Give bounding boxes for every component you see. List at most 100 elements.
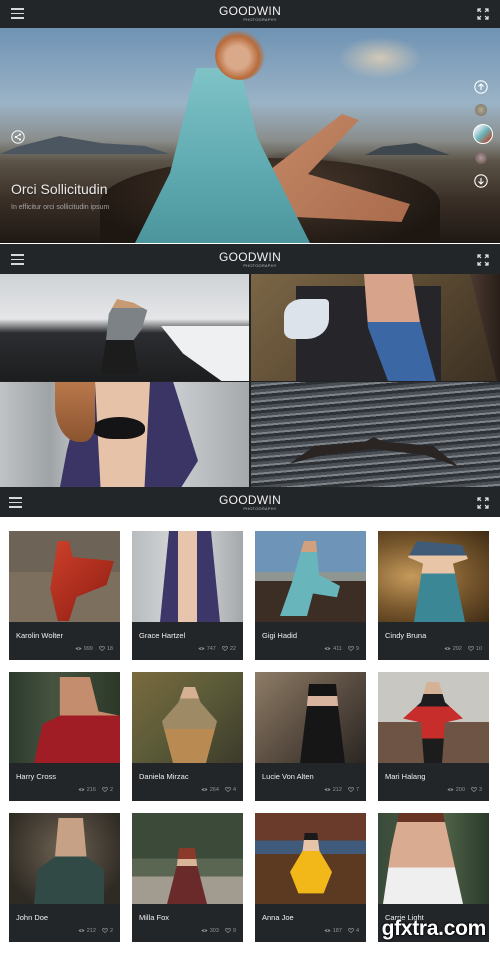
model-card[interactable]: Anna Joe 187 4 bbox=[255, 813, 366, 942]
eye-icon bbox=[75, 647, 82, 650]
brand-name: GOODWIN bbox=[218, 250, 282, 264]
likes-count[interactable]: 2 bbox=[101, 928, 113, 934]
card-name[interactable]: Harry Cross bbox=[16, 772, 56, 781]
card-name[interactable]: Gigi Hadid bbox=[262, 631, 297, 640]
likes-count[interactable]: 10 bbox=[467, 646, 482, 652]
views-value: 999 bbox=[83, 646, 93, 652]
card-photo[interactable] bbox=[255, 813, 366, 904]
likes-count[interactable]: 18 bbox=[98, 646, 113, 652]
hero-subtitle: In efficitur orci sollicitudin ipsum bbox=[11, 204, 110, 211]
views-count: 212 bbox=[324, 787, 342, 793]
card-photo[interactable] bbox=[132, 813, 243, 904]
mosaic-tile-couple[interactable] bbox=[251, 274, 500, 381]
arrow-up-icon[interactable] bbox=[474, 80, 488, 94]
mosaic-tile-woman-coat[interactable] bbox=[0, 382, 249, 487]
card-photo[interactable] bbox=[132, 672, 243, 763]
heart-icon bbox=[467, 646, 474, 652]
card-stats: 212 2 bbox=[78, 928, 113, 934]
slide-thumbnail[interactable] bbox=[475, 152, 487, 164]
eye-icon bbox=[78, 788, 85, 791]
likes-count[interactable]: 9 bbox=[347, 646, 359, 652]
card-name[interactable]: Grace Hartzel bbox=[139, 631, 185, 640]
card-photo[interactable] bbox=[9, 813, 120, 904]
card-photo[interactable] bbox=[132, 531, 243, 622]
card-name[interactable]: John Doe bbox=[16, 913, 48, 922]
card-photo[interactable] bbox=[378, 672, 489, 763]
model-card[interactable]: Lucie Von Alten 212 7 bbox=[255, 672, 366, 801]
views-value: 303 bbox=[209, 928, 219, 934]
card-name[interactable]: Lucie Von Alten bbox=[262, 772, 314, 781]
card-stats: 200 3 bbox=[447, 787, 482, 793]
slider-nav bbox=[473, 80, 493, 188]
brand-logo[interactable]: GOODWIN PHOTOGRAPHY bbox=[0, 494, 500, 511]
card-name[interactable]: Anna Joe bbox=[262, 913, 294, 922]
heart-icon bbox=[98, 646, 105, 652]
views-value: 292 bbox=[452, 646, 462, 652]
likes-count[interactable]: 9 bbox=[224, 928, 236, 934]
model-card[interactable]: John Doe 212 2 bbox=[9, 813, 120, 942]
card-photo[interactable] bbox=[255, 531, 366, 622]
card-photo[interactable] bbox=[255, 672, 366, 763]
slide-thumbnail-active[interactable] bbox=[473, 124, 493, 144]
card-photo[interactable] bbox=[9, 531, 120, 622]
fullscreen-icon[interactable] bbox=[477, 497, 489, 509]
model-card[interactable]: Gigi Hadid 411 9 bbox=[255, 531, 366, 660]
arrow-down-icon[interactable] bbox=[474, 174, 488, 188]
brand-logo[interactable]: GOODWIN PHOTOGRAPHY bbox=[0, 251, 500, 268]
likes-count[interactable]: 22 bbox=[221, 646, 236, 652]
likes-count[interactable]: 2 bbox=[101, 787, 113, 793]
likes-count[interactable]: 7 bbox=[347, 787, 359, 793]
card-name[interactable]: Mari Halang bbox=[385, 772, 425, 781]
card-stats: 303 9 bbox=[201, 928, 236, 934]
likes-count[interactable]: 3 bbox=[470, 787, 482, 793]
eye-icon bbox=[324, 647, 331, 650]
tile-whale-tail bbox=[289, 437, 459, 467]
share-icon[interactable] bbox=[11, 130, 25, 144]
fullscreen-icon[interactable] bbox=[477, 254, 489, 266]
likes-count[interactable]: 4 bbox=[347, 928, 359, 934]
slide-thumbnail[interactable] bbox=[475, 104, 487, 116]
views-value: 216 bbox=[86, 787, 96, 793]
views-count: 187 bbox=[324, 928, 342, 934]
likes-value: 18 bbox=[106, 646, 113, 652]
views-count: 264 bbox=[201, 787, 219, 793]
gallery-header: GOODWIN PHOTOGRAPHY bbox=[0, 487, 500, 517]
card-photo[interactable] bbox=[9, 672, 120, 763]
card-name[interactable]: Daniela Mirzac bbox=[139, 772, 189, 781]
hero-mountain bbox=[365, 143, 450, 155]
fullscreen-icon[interactable] bbox=[477, 8, 489, 20]
views-count: 200 bbox=[447, 787, 465, 793]
likes-value: 10 bbox=[475, 646, 482, 652]
heart-icon bbox=[221, 646, 228, 652]
views-count: 303 bbox=[201, 928, 219, 934]
mosaic-grid bbox=[0, 274, 500, 487]
model-card[interactable]: Daniela Mirzac 264 4 bbox=[132, 672, 243, 801]
model-card[interactable]: Karolin Wolter 999 18 bbox=[9, 531, 120, 660]
model-card[interactable]: Grace Hartzel 747 22 bbox=[132, 531, 243, 660]
card-name[interactable]: Cindy Bruna bbox=[385, 631, 426, 640]
card-name[interactable]: Karolin Wolter bbox=[16, 631, 63, 640]
model-card[interactable]: Cindy Bruna 292 10 bbox=[378, 531, 489, 660]
eye-icon bbox=[324, 929, 331, 932]
card-photo[interactable] bbox=[378, 531, 489, 622]
views-value: 187 bbox=[332, 928, 342, 934]
mosaic-header: GOODWIN PHOTOGRAPHY bbox=[0, 244, 500, 274]
eye-icon bbox=[324, 788, 331, 791]
model-card[interactable]: Milla Fox 303 9 bbox=[132, 813, 243, 942]
mosaic-tile-whale[interactable] bbox=[251, 382, 500, 487]
model-card[interactable]: Mari Halang 200 3 bbox=[378, 672, 489, 801]
model-card[interactable]: Harry Cross 216 2 bbox=[9, 672, 120, 801]
card-photo[interactable] bbox=[378, 813, 489, 904]
brand-logo[interactable]: GOODWIN PHOTOGRAPHY bbox=[0, 5, 500, 22]
likes-value: 9 bbox=[355, 646, 359, 652]
eye-icon bbox=[201, 929, 208, 932]
likes-count[interactable]: 4 bbox=[224, 787, 236, 793]
mosaic-tile-photographer[interactable] bbox=[0, 274, 249, 381]
tile-person bbox=[100, 299, 148, 374]
eye-icon bbox=[444, 647, 451, 650]
heart-icon bbox=[347, 787, 354, 793]
hero-slider[interactable]: Orci Sollicitudin In efficitur orci soll… bbox=[0, 28, 500, 243]
tile-surf bbox=[161, 326, 249, 381]
heart-icon bbox=[224, 928, 231, 934]
card-name[interactable]: Milla Fox bbox=[139, 913, 169, 922]
